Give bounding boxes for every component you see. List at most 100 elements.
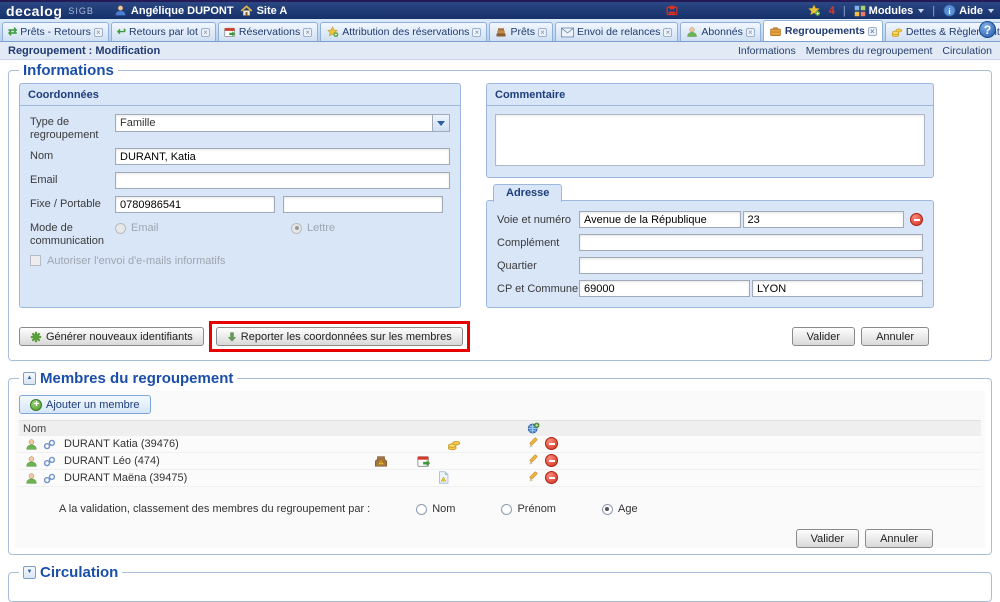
cp-field[interactable] [579,280,750,297]
link-icon [43,438,56,451]
member-icon [25,472,38,485]
membres-valider-button[interactable]: Valider [796,529,859,548]
tab-reservations[interactable]: Réservations × [218,22,318,41]
nom-field[interactable] [115,148,450,165]
alert-icon[interactable] [665,4,679,17]
member-name: DURANT Maëna (39475) [64,472,187,484]
table-row[interactable]: DURANT Katia (39476) [19,436,981,453]
voie-field[interactable] [579,211,741,228]
collapse-up-icon[interactable]: ▲ [23,372,36,385]
remove-member-icon[interactable] [545,471,558,484]
commune-field[interactable] [752,280,923,297]
section-membres: ▲ Membres du regroupement Ajouter un mem… [8,370,992,555]
table-row[interactable]: DURANT Maëna (39475) [19,470,981,487]
app-logo: decalog [6,3,62,19]
app-logo-suffix: SIGB [68,6,94,16]
arrow-down-icon [227,331,237,343]
coins-debt-icon [447,437,461,451]
member-name: DURANT Léo (474) [64,455,160,467]
commentaire-textarea[interactable] [495,114,925,166]
close-icon[interactable]: × [303,28,312,37]
world-settings-icon[interactable] [527,422,540,435]
tab-regroupements[interactable]: Regroupements × [763,20,883,41]
coordonnees-header: Coordonnées [20,84,460,106]
circulation-legend: Circulation [40,564,118,581]
numero-field[interactable] [743,211,905,228]
membres-annuler-button[interactable]: Annuler [865,529,933,548]
anchor-informations[interactable]: Informations [738,45,796,57]
loans-icon [495,26,507,38]
tab-attribution-reservations[interactable]: Attribution des réservations × [320,22,487,41]
anchor-circulation[interactable]: Circulation [942,45,992,57]
radio-sort-prenom[interactable] [501,504,512,515]
section-informations: Informations Coordonnées Type de regroup… [8,62,992,361]
fixe-field[interactable] [115,196,275,213]
chevron-down-icon [918,9,924,13]
chevron-down-icon [988,9,994,13]
tab-prets[interactable]: Prêts × [489,22,553,41]
email-field[interactable] [115,172,450,189]
close-icon[interactable]: × [746,28,755,37]
edit-pencil-icon[interactable] [527,437,540,450]
tutorial-highlight-box: Reporter les coordonnées sur les membres [209,321,470,352]
aide-menu[interactable]: i Aide [943,4,994,17]
complement-label: Complément [497,237,579,249]
tab-abonnes[interactable]: Abonnés × [680,22,760,41]
reporter-coordonnees-button[interactable]: Reporter les coordonnées sur les membres [216,327,463,346]
chevron-down-icon [432,115,449,131]
card-expired-icon [374,454,388,468]
complement-field[interactable] [579,234,923,251]
informations-annuler-button[interactable]: Annuler [861,327,929,346]
tab-envoi-relances[interactable]: Envoi de relances × [555,22,678,41]
info-icon: i [943,4,956,17]
topbar: decalog SIGB Angélique DUPONT Site A 4 |… [0,0,1000,19]
tab-label: Prêts - Retours [20,26,91,38]
close-icon[interactable]: × [201,28,210,37]
generer-identifiants-button[interactable]: Générer nouveaux identifiants [19,327,204,346]
remove-member-icon[interactable] [545,454,558,467]
delete-address-icon[interactable] [910,213,923,226]
anchor-membres[interactable]: Membres du regroupement [806,45,933,57]
close-icon[interactable]: × [472,28,481,37]
close-icon[interactable]: × [663,28,672,37]
star-assign-icon [326,26,339,38]
radio-sort-nom[interactable] [416,504,427,515]
nom-label: Nom [30,148,115,163]
collapse-down-icon[interactable]: ▼ [23,566,36,579]
fixe-portable-label: Fixe / Portable [30,196,115,211]
home-icon [240,4,253,17]
informations-valider-button[interactable]: Valider [792,327,855,346]
help-button[interactable]: ? [979,21,996,38]
table-header-row: Nom [19,421,981,436]
sort-prenom-label: Prénom [517,503,556,515]
member-name: DURANT Katia (39476) [64,438,179,450]
edit-pencil-icon[interactable] [527,454,540,467]
close-icon[interactable]: × [538,28,547,37]
remove-member-icon[interactable] [545,437,558,450]
adresse-tab[interactable]: Adresse [493,184,562,202]
membres-legend: Membres du regroupement [40,370,233,387]
type-regroupement-value: Famille [120,117,155,129]
generer-label: Générer nouveaux identifiants [46,331,193,343]
current-user: Angélique DUPONT [114,4,234,17]
edit-pencil-icon[interactable] [527,471,540,484]
ajouter-membre-button[interactable]: Ajouter un membre [19,395,151,414]
generate-icon [30,331,42,343]
briefcase-icon [769,25,782,38]
tab-label: Réservations [239,26,300,38]
portable-field[interactable] [283,196,443,213]
close-icon[interactable]: × [868,27,877,36]
quartier-field[interactable] [579,257,923,274]
link-icon [43,472,56,485]
table-row[interactable]: DURANT Léo (474) [19,453,981,470]
star-new-icon[interactable] [807,4,821,17]
tab-prets-retours[interactable]: ⇄ Prêts - Retours × [2,22,109,41]
tab-retours-par-lot[interactable]: ↩ Retours par lot × [111,22,216,41]
sort-label: A la validation, classement des membres … [59,503,370,515]
radio-sort-age[interactable] [602,504,613,515]
close-icon[interactable]: × [94,28,103,37]
modules-menu[interactable]: Modules [854,5,925,17]
mode-email-label: Email [131,222,159,234]
checkbox-emails-informatifs [30,255,41,266]
type-regroupement-select[interactable]: Famille [115,114,450,132]
